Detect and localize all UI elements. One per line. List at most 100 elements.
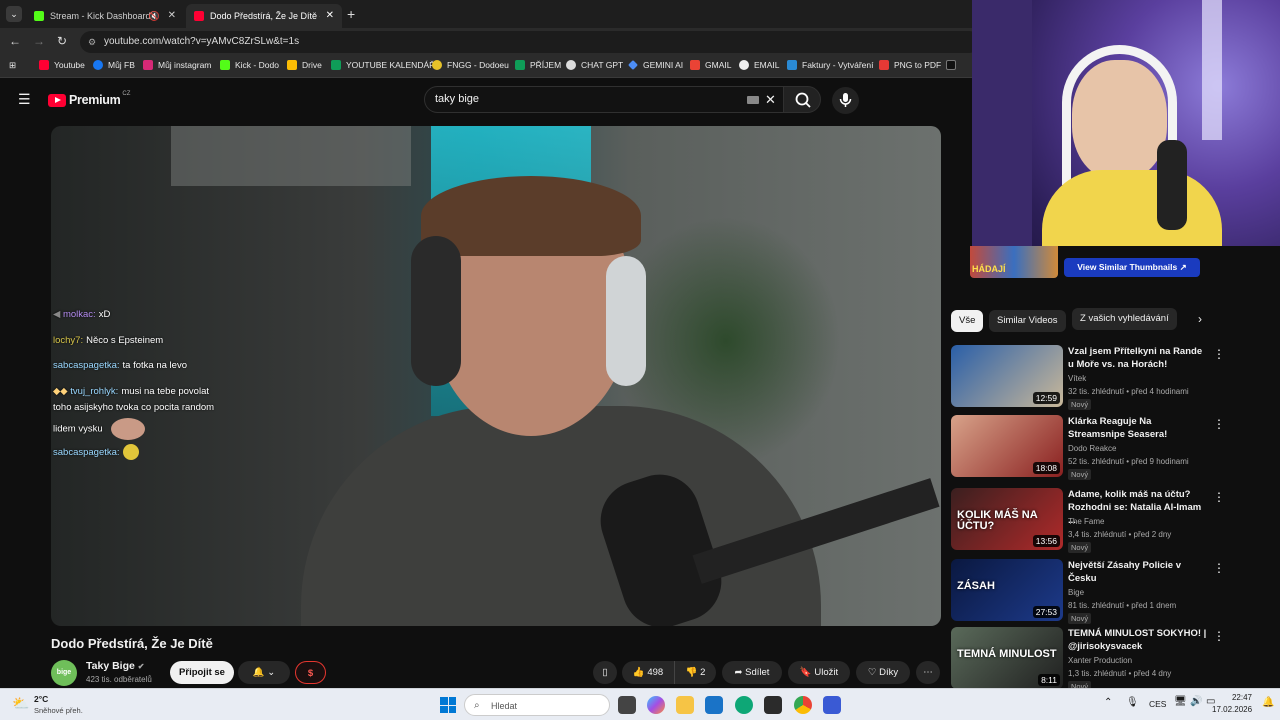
edge-icon[interactable] — [735, 696, 753, 714]
notifications-button[interactable]: 🔔 ⌄ — [238, 661, 290, 684]
clear-search-icon[interactable]: ✕ — [765, 87, 776, 112]
chip-similar-videos[interactable]: Similar Videos — [989, 310, 1066, 332]
close-tab-icon[interactable]: ✕ — [326, 10, 334, 21]
outlook-icon[interactable] — [705, 696, 723, 714]
like-button[interactable]: 👍 498 — [622, 661, 674, 684]
task-view-icon[interactable] — [618, 696, 636, 714]
bookmark-facebook[interactable]: Můj FB — [93, 60, 135, 70]
reload-icon[interactable]: ↻ — [57, 34, 67, 48]
bookmark-faktury[interactable]: Faktury - Vytváření — [787, 60, 873, 70]
new-tab-button[interactable]: + — [347, 6, 355, 22]
tab-list-button[interactable]: ⌄ — [6, 6, 22, 22]
save-playlist-icon-button[interactable]: ▯ — [593, 661, 617, 684]
thumbnail-text: KOLIK MÁŠ NA ÚČTU? — [957, 509, 1038, 532]
save-button[interactable]: 🔖 Uložit — [788, 661, 850, 684]
bookmark-png-to-pdf[interactable]: PNG to PDF — [879, 60, 941, 70]
video-thumbnail[interactable]: KOLIK MÁŠ NA ÚČTU? 13:56 — [951, 488, 1063, 550]
more-icon[interactable]: ⋮ — [1213, 417, 1225, 431]
bookmark-kick[interactable]: Kick - Dodo — [220, 60, 279, 70]
apps-icon[interactable]: ⊞ — [9, 60, 16, 71]
more-icon[interactable]: ⋮ — [1213, 490, 1225, 504]
search-button[interactable] — [783, 86, 821, 113]
video-title[interactable]: TEMNÁ MINULOST SOKYHO! | @jirisokysvacek — [1068, 627, 1208, 653]
similar-thumbnail-preview[interactable]: HÁDAJÍ — [970, 246, 1058, 278]
search-input[interactable]: taky bige ✕ — [424, 86, 784, 113]
video-channel[interactable]: Bige — [1068, 588, 1084, 597]
clock-date[interactable]: 17.02.2026 — [1212, 705, 1252, 714]
bookmark-youtube-calendar[interactable]: YOUTUBE KALENDÁŘ — [331, 60, 435, 70]
back-icon[interactable]: ← — [9, 34, 21, 48]
chrome-icon[interactable] — [794, 696, 812, 714]
pdf-icon — [879, 60, 889, 70]
bookmark-instagram[interactable]: Můj instagram — [143, 60, 211, 70]
tab-youtube-video[interactable]: Dodo Předstírá, Že Je Dítě - You ✕ — [186, 4, 342, 28]
network-icon[interactable]: 🖥 — [1174, 696, 1187, 707]
more-icon[interactable]: ⋮ — [1213, 561, 1225, 575]
video-channel[interactable]: The Fame — [1068, 517, 1104, 526]
tray-chevron-icon[interactable]: ⌃ — [1104, 697, 1112, 708]
join-button[interactable]: Připojit se — [170, 661, 234, 684]
start-button[interactable] — [440, 697, 456, 713]
voice-search-button[interactable] — [832, 87, 859, 114]
dislike-button[interactable]: 👎 2 — [674, 661, 716, 684]
video-thumbnail[interactable]: 12:59 — [951, 345, 1063, 407]
volume-icon[interactable]: 🔊 — [1190, 696, 1202, 707]
youtube-logo[interactable]: Premium CZ — [48, 91, 130, 107]
tray-mic-icon[interactable]: 🎙 — [1126, 697, 1139, 708]
chip-all[interactable]: Vše — [951, 310, 984, 332]
app-icon[interactable] — [823, 696, 841, 714]
bookmark-gmail[interactable]: GMAIL — [690, 60, 731, 70]
bookmark-gemini[interactable]: GEMINI AI — [628, 60, 683, 70]
related-video[interactable]: KOLIK MÁŠ NA ÚČTU? 13:56 Adame, kolik máš … — [951, 488, 1271, 554]
share-button[interactable]: ➦ Sdílet — [722, 661, 782, 684]
menu-icon[interactable]: ☰ — [18, 91, 31, 108]
copilot-icon[interactable] — [647, 696, 665, 714]
channel-avatar[interactable]: bige — [51, 660, 77, 686]
language-indicator[interactable]: CES — [1149, 699, 1166, 709]
file-explorer-icon[interactable] — [676, 696, 694, 714]
video-title[interactable]: Největší Zásahy Policie v Česku — [1068, 559, 1208, 585]
site-info-icon[interactable]: ⚙ — [88, 31, 96, 53]
related-video[interactable]: TEMNÁ MINULOST 8:11 TEMNÁ MINULOST SOKYHO!… — [951, 627, 1271, 693]
bookmark-prijem[interactable]: PŘÍJEM — [515, 60, 561, 70]
tab-kick-dashboard[interactable]: Stream - Kick Dashboard 🔇 ✕ — [26, 4, 184, 28]
more-actions-button[interactable]: ⋯ — [916, 661, 940, 684]
bookmark-drive[interactable]: Drive — [287, 60, 322, 70]
bookmark-fngg[interactable]: FNGG - Dodoeu — [432, 60, 509, 70]
mute-icon[interactable]: 🔇 — [149, 11, 160, 22]
video-channel[interactable]: Dodo Reakce — [1068, 444, 1116, 453]
chip-from-searches[interactable]: Z vašich vyhledávání — [1072, 308, 1177, 330]
terminal-icon[interactable] — [764, 696, 782, 714]
bookmark-chatgpt[interactable]: CHAT GPT — [566, 60, 623, 70]
more-icon[interactable]: ⋮ — [1213, 347, 1225, 361]
more-icon[interactable]: ⋮ — [1213, 629, 1225, 643]
view-similar-thumbnails-button[interactable]: View Similar Thumbnails ↗ — [1064, 258, 1200, 277]
video-thumbnail[interactable]: 18:08 — [951, 415, 1063, 477]
url-field[interactable]: ⚙ youtube.com/watch?v=yAMvC8ZrSLw&t=1s — [80, 31, 980, 53]
super-thanks-dollar-button[interactable]: $ — [295, 661, 326, 684]
related-video[interactable]: 12:59 Vzal jsem Přítelkyni na Rande u Moř… — [951, 345, 1271, 411]
video-channel[interactable]: Vítek — [1068, 374, 1086, 383]
close-tab-icon[interactable]: ✕ — [168, 10, 176, 21]
bookmark-email[interactable]: EMAIL — [739, 60, 780, 70]
thanks-button[interactable]: ♡ Díky — [856, 661, 910, 684]
video-title[interactable]: Vzal jsem Přítelkyni na Rande u Moře vs.… — [1068, 345, 1208, 371]
notification-icon[interactable]: 🔔 — [1262, 697, 1274, 708]
bookmark-extra[interactable] — [946, 60, 961, 70]
bookmark-icon — [946, 60, 956, 70]
taskbar-search[interactable]: ⌕ Hledat — [464, 694, 610, 716]
bookmark-youtube[interactable]: Youtube — [39, 60, 85, 70]
video-title[interactable]: Klárka Reaguje Na Streamsnipe Seasera! — [1068, 415, 1208, 441]
video-channel[interactable]: Xanter Production — [1068, 656, 1132, 665]
chevron-right-icon[interactable]: › — [1198, 312, 1202, 326]
keyboard-icon[interactable] — [747, 96, 759, 104]
weather-icon[interactable]: ⛅ — [12, 695, 29, 712]
video-thumbnail[interactable]: ZÁSAH 27:53 — [951, 559, 1063, 621]
video-thumbnail[interactable]: TEMNÁ MINULOST 8:11 — [951, 627, 1063, 689]
related-video[interactable]: 18:08 Klárka Reaguje Na Streamsnipe Sease… — [951, 415, 1271, 481]
clock-time[interactable]: 22:47 — [1226, 693, 1252, 702]
channel-name[interactable]: Taky Bige ✔ — [86, 660, 144, 672]
forward-icon[interactable]: → — [33, 34, 45, 48]
video-player[interactable]: ◀ molkac: xD lochy7: Něco s Epsteinem sabc… — [51, 126, 941, 626]
related-video[interactable]: ZÁSAH 27:53 Největší Zásahy Policie v Česk… — [951, 559, 1271, 625]
